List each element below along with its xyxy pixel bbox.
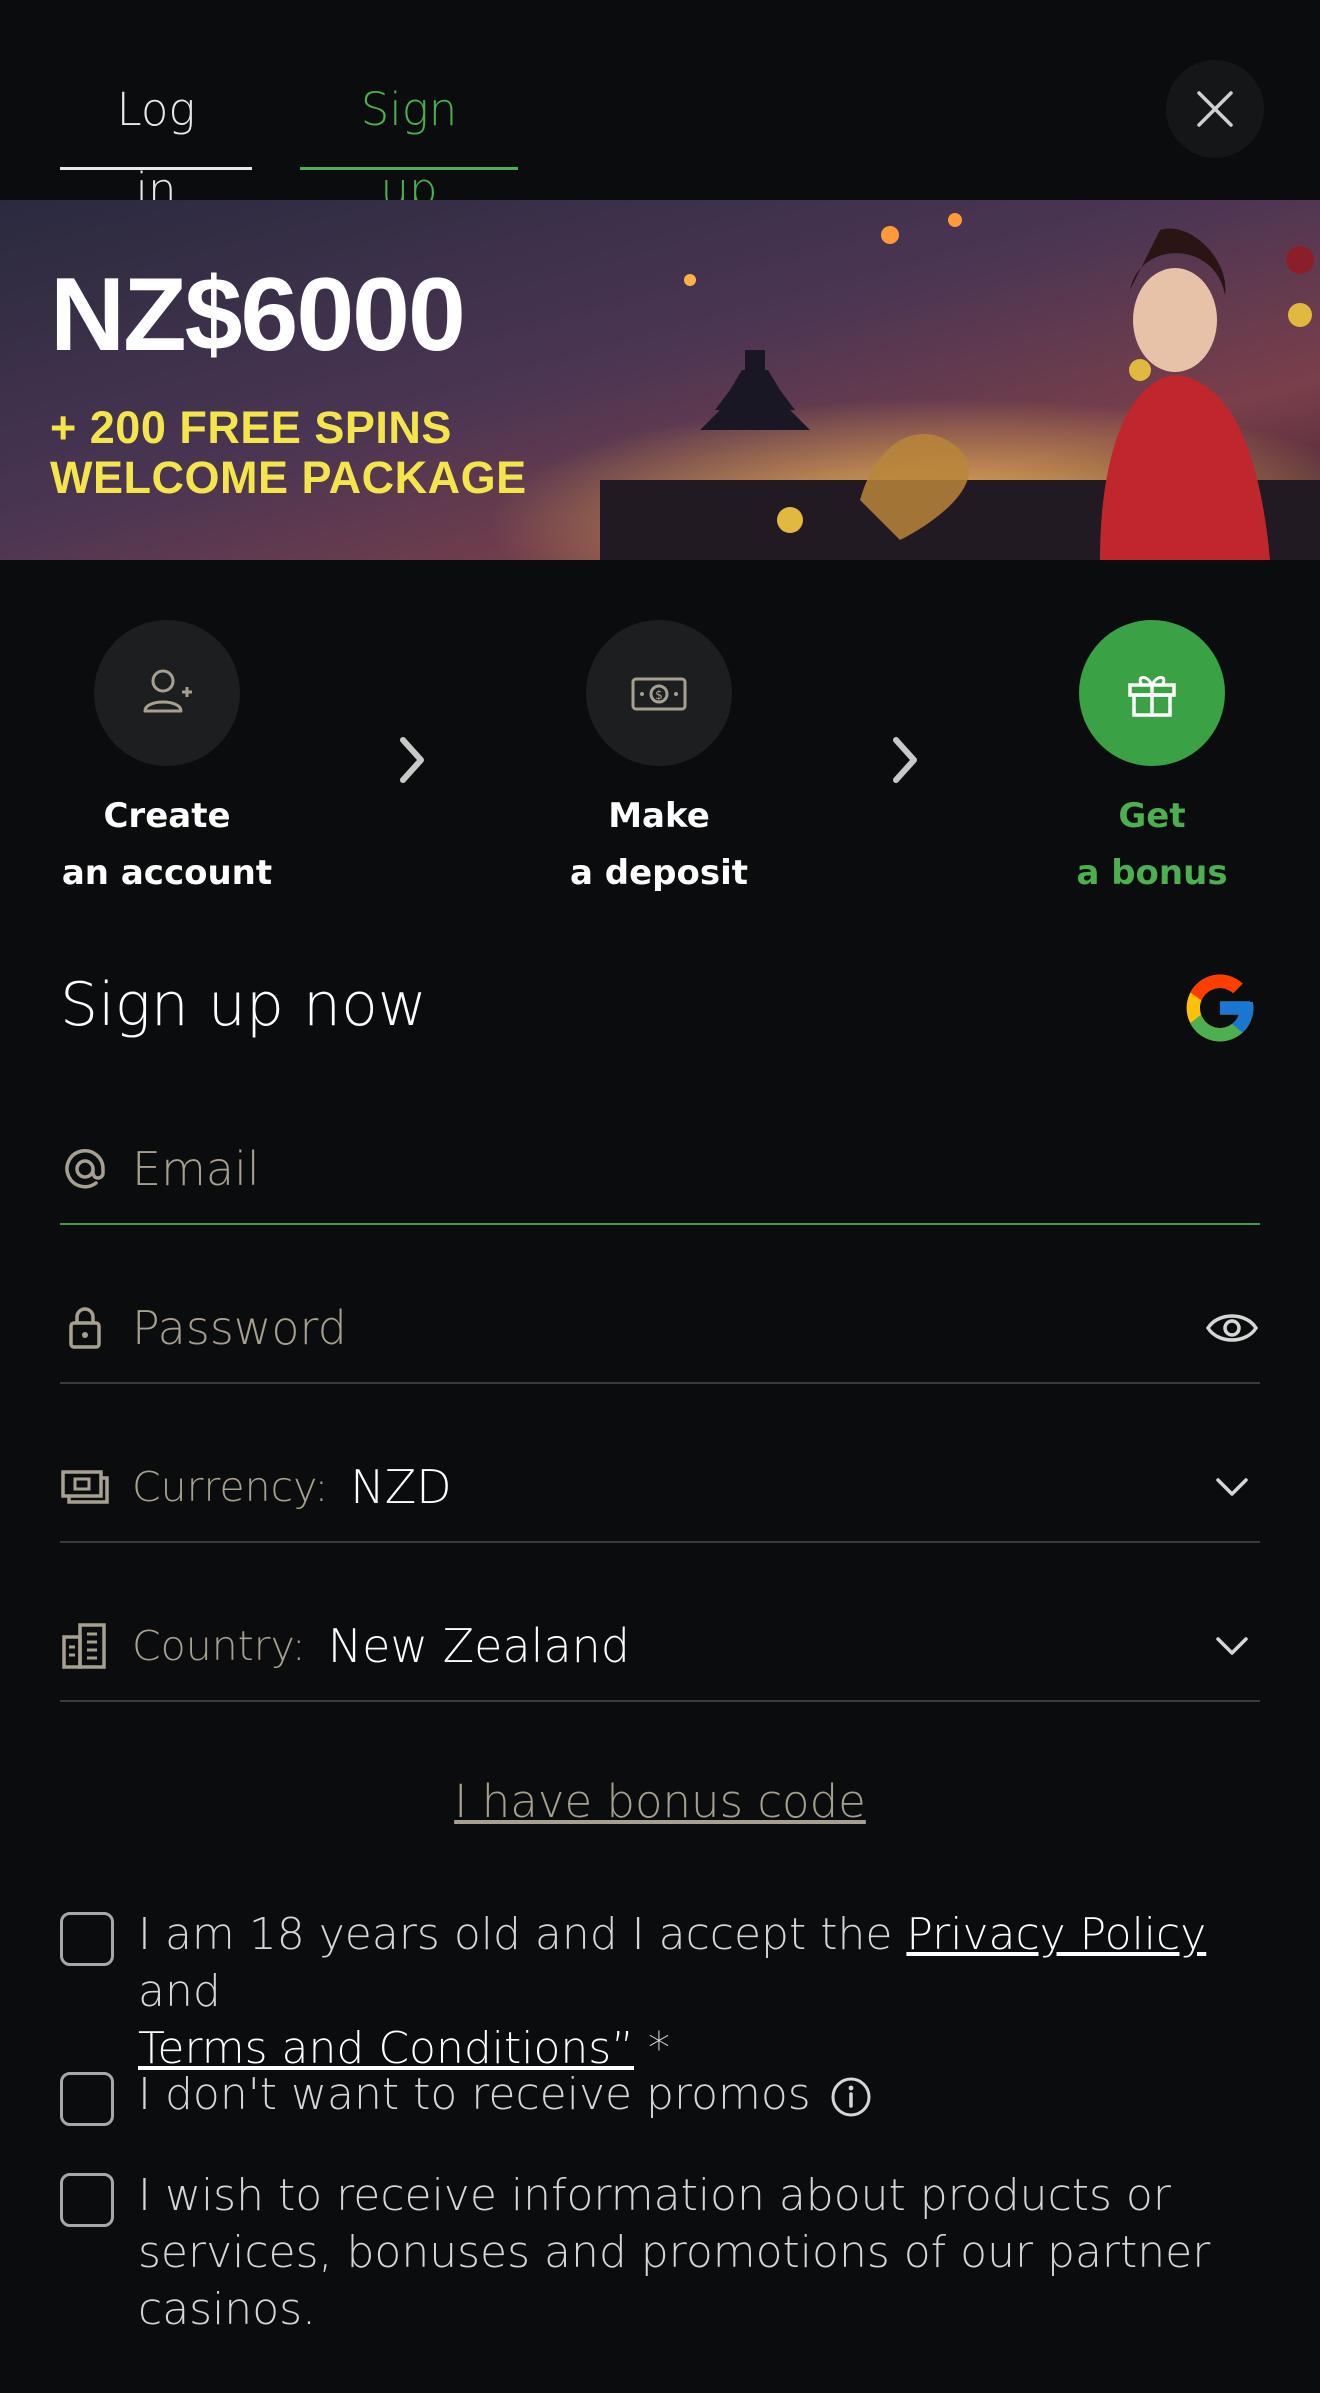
- close-button[interactable]: [1166, 60, 1264, 158]
- partner-info-checkbox[interactable]: [60, 2173, 114, 2227]
- google-signin-button[interactable]: [1180, 968, 1260, 1048]
- form-title: Sign up now: [60, 970, 427, 1040]
- gift-icon: [1128, 676, 1176, 717]
- no-promos-checkbox[interactable]: [60, 2072, 114, 2126]
- at-icon: [60, 1144, 110, 1194]
- step-label: Make a deposit: [529, 788, 789, 902]
- age-terms-consent: I am 18 years old and I accept the Priva…: [60, 1906, 1260, 2077]
- step-circle: [94, 620, 240, 766]
- step-label-line: Create: [103, 796, 231, 836]
- signup-steps: Create an account $ Make a deposit Get a…: [0, 600, 1320, 920]
- no-promos-consent: I don't want to receive promos: [60, 2066, 1260, 2126]
- money-icon: $: [631, 677, 687, 711]
- step-label-line: a deposit: [569, 853, 749, 893]
- chevron-right-icon: [893, 737, 917, 783]
- step-label-line: a bonus: [1076, 853, 1228, 893]
- info-icon[interactable]: [829, 2075, 873, 2119]
- consent-text: and: [138, 1966, 221, 2017]
- age-terms-text: I am 18 years old and I accept the Priva…: [138, 1906, 1260, 2077]
- step-get-bonus: Get a bonus: [1022, 620, 1282, 902]
- email-field: [60, 1115, 1260, 1225]
- close-icon: [1197, 91, 1233, 127]
- currency-value: NZD: [350, 1460, 452, 1514]
- consent-text: I am 18 years old and I accept the: [138, 1909, 907, 1960]
- step-label-line: Make: [608, 796, 710, 836]
- banner-amount: NZ$6000: [50, 257, 466, 373]
- banner-free-spins: + 200 FREE SPINS: [50, 402, 452, 453]
- banner-welcome-package: WELCOME PACKAGE: [50, 452, 527, 503]
- step-circle-active: [1079, 620, 1225, 766]
- step-make-deposit: $ Make a deposit: [529, 620, 789, 902]
- no-promos-text: I don't want to receive promos: [138, 2066, 873, 2123]
- step-label: Create an account: [37, 788, 297, 902]
- eye-icon: [1205, 1314, 1259, 1342]
- user-add-icon: [143, 669, 192, 713]
- lock-icon: [60, 1303, 110, 1353]
- show-password-toggle[interactable]: [1204, 1303, 1260, 1353]
- age-terms-checkbox[interactable]: [60, 1912, 114, 1966]
- step-label: Get a bonus: [1022, 788, 1282, 902]
- step-label-line: Get: [1118, 796, 1186, 836]
- svg-text:$: $: [655, 688, 663, 702]
- promo-banner: NZ$6000 + 200 FREE SPINS WELCOME PACKAGE: [0, 200, 1320, 560]
- building-icon: [60, 1621, 110, 1671]
- consent-text: I don't want to receive promos: [138, 2069, 811, 2120]
- currency-label: Currency:: [132, 1463, 329, 1511]
- country-label: Country:: [132, 1622, 306, 1670]
- auth-tabs: Log in Sign up: [0, 0, 1320, 216]
- currency-select[interactable]: Currency: NZD: [60, 1433, 1260, 1543]
- currency-icon: [60, 1462, 110, 1512]
- partner-info-consent: I wish to receive information about prod…: [60, 2167, 1260, 2338]
- tab-signup[interactable]: Sign up: [300, 70, 518, 216]
- privacy-policy-link[interactable]: Privacy Policy: [906, 1909, 1206, 1960]
- password-input[interactable]: [132, 1301, 1204, 1355]
- tab-login[interactable]: Log in: [60, 70, 252, 216]
- partner-info-text: I wish to receive information about prod…: [138, 2170, 1211, 2335]
- banner-background-image: [0, 200, 1320, 560]
- chevron-down-icon: [1204, 1462, 1260, 1512]
- chevron-right-icon: [400, 737, 424, 783]
- step-create-account: Create an account: [37, 620, 297, 902]
- password-field: [60, 1274, 1260, 1384]
- bonus-code-link[interactable]: I have bonus code: [0, 1775, 1320, 1828]
- chevron-down-icon: [1204, 1621, 1260, 1671]
- step-circle: $: [586, 620, 732, 766]
- country-value: New Zealand: [327, 1619, 630, 1673]
- country-select[interactable]: Country: New Zealand: [60, 1592, 1260, 1702]
- email-input[interactable]: [132, 1142, 1260, 1196]
- google-icon: [1186, 974, 1254, 1042]
- step-label-line: an account: [61, 853, 273, 893]
